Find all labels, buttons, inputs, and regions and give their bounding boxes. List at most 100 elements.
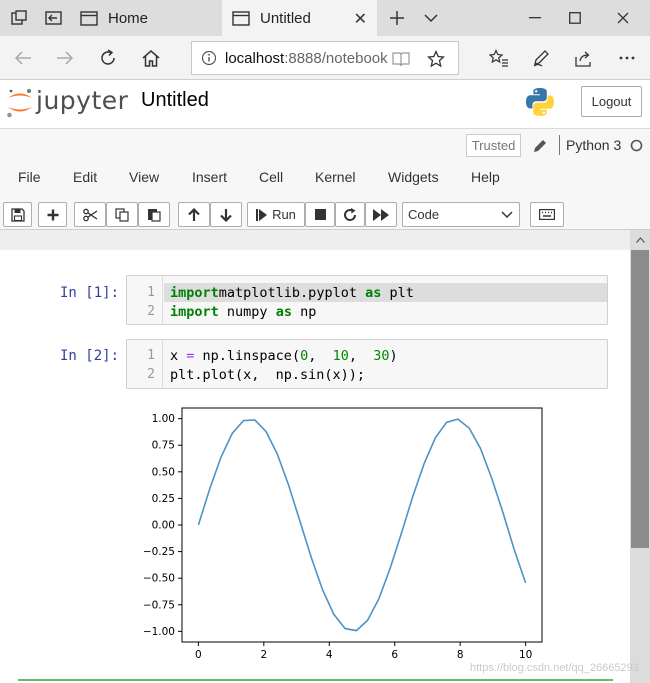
watermark-text: https://blog.csdn.net/qq_26665293 xyxy=(470,662,639,674)
y-tick-label: 0.00 xyxy=(152,520,175,532)
paste-icon xyxy=(148,209,161,222)
cell-1-input[interactable]: 1 2 importmatplotlib.pyplot as plt impor… xyxy=(126,275,608,325)
refresh-icon[interactable] xyxy=(93,44,123,72)
x-tick-label: 0 xyxy=(195,649,202,661)
menu-kernel[interactable]: Kernel xyxy=(315,169,355,185)
interrupt-button[interactable] xyxy=(305,202,335,227)
cell-type-select[interactable]: Code xyxy=(402,202,520,227)
fast-forward-icon xyxy=(373,208,389,221)
kernel-name[interactable]: Python 3 xyxy=(566,137,621,153)
line-number: 1 xyxy=(147,348,155,363)
edit-pencil-icon[interactable] xyxy=(532,138,548,154)
code-token: as xyxy=(275,304,292,320)
paste-button[interactable] xyxy=(138,202,170,227)
close-window-icon[interactable] xyxy=(600,0,646,36)
run-button[interactable]: Run xyxy=(247,202,305,227)
arrow-up-icon xyxy=(188,207,200,221)
scroll-up-icon[interactable] xyxy=(630,232,650,248)
address-input[interactable]: localhost:8888/notebook xyxy=(191,41,459,75)
floppy-disk-icon xyxy=(10,207,25,222)
scrollbar-thumb[interactable] xyxy=(631,250,649,548)
code-token: , xyxy=(348,348,374,364)
menu-insert[interactable]: Insert xyxy=(192,169,227,185)
code-token: as xyxy=(365,285,382,301)
code-token: 10 xyxy=(332,348,349,364)
code-token: ) xyxy=(389,348,398,364)
pen-notes-icon[interactable] xyxy=(526,44,556,72)
code-token: np.linspace( xyxy=(194,348,301,364)
insert-cell-button[interactable] xyxy=(38,202,67,227)
code-token: , xyxy=(308,348,333,364)
restart-run-all-button[interactable] xyxy=(365,202,397,227)
scissors-icon xyxy=(82,208,97,221)
run-button-label: Run xyxy=(272,207,296,222)
logout-button[interactable]: Logout xyxy=(581,86,642,117)
copy-icon xyxy=(115,207,129,222)
code-token: import xyxy=(170,304,219,320)
menu-view[interactable]: View xyxy=(129,169,159,185)
arrow-down-icon xyxy=(220,208,232,222)
restart-button[interactable] xyxy=(335,202,365,227)
new-tab-icon[interactable] xyxy=(384,5,410,31)
notebook-title[interactable]: Untitled xyxy=(141,89,209,112)
chevron-down-icon xyxy=(501,211,513,219)
browser-address-bar: localhost:8888/notebook xyxy=(0,36,650,80)
y-tick-label: 0.50 xyxy=(152,466,175,478)
y-tick-label: 0.75 xyxy=(152,440,175,452)
line-number: 2 xyxy=(147,304,155,319)
code-token: 30 xyxy=(373,348,390,364)
menu-file[interactable]: File xyxy=(18,169,41,185)
browser-tab-strip: Home Untitled ✕ xyxy=(0,0,650,36)
maximize-icon[interactable] xyxy=(552,0,598,36)
menu-edit[interactable]: Edit xyxy=(73,169,97,185)
menu-cell[interactable]: Cell xyxy=(259,169,283,185)
trusted-badge[interactable]: Trusted xyxy=(466,134,521,157)
move-down-button[interactable] xyxy=(210,202,242,227)
cell-2-input[interactable]: 1 2 x = np.linspace(0, 10, 30) plt.plot(… xyxy=(126,339,608,389)
copy-button[interactable] xyxy=(106,202,138,227)
code-token: matplotlib.pyplot xyxy=(218,285,366,301)
move-up-button[interactable] xyxy=(178,202,210,227)
kernel-separator xyxy=(559,135,560,155)
y-tick-label: −0.50 xyxy=(143,573,175,585)
tab-sets-icon[interactable] xyxy=(2,0,36,36)
plus-icon xyxy=(47,209,58,220)
menu-help[interactable]: Help xyxy=(471,169,500,185)
home-icon[interactable] xyxy=(136,44,166,72)
favorites-list-icon[interactable] xyxy=(484,44,514,72)
reading-view-icon[interactable] xyxy=(392,51,410,67)
jupyter-logo-text[interactable]: jupyter xyxy=(36,86,128,115)
favorite-star-icon[interactable] xyxy=(427,50,445,68)
menu-widgets[interactable]: Widgets xyxy=(388,169,439,185)
y-tick-label: −0.75 xyxy=(143,599,175,611)
python-logo-icon xyxy=(526,88,554,116)
code-token: plt.plot(x, np.sin(x)); xyxy=(170,367,366,383)
command-palette-button[interactable] xyxy=(530,202,564,227)
url-host: localhost xyxy=(225,49,285,67)
kernel-status-icon xyxy=(630,139,643,152)
page-icon xyxy=(80,10,98,26)
tab-list-chevron-icon[interactable] xyxy=(418,5,444,31)
cell-2-prompt: In [2]: xyxy=(60,348,120,364)
code-line: x = np.linspace(0, 10, 30) xyxy=(170,348,398,364)
jupyter-logo-icon[interactable] xyxy=(5,85,35,121)
keyboard-icon xyxy=(539,209,555,220)
forward-arrow-icon[interactable] xyxy=(50,44,80,72)
back-arrow-icon[interactable] xyxy=(8,44,38,72)
x-tick-label: 4 xyxy=(326,649,333,661)
y-tick-label: 1.00 xyxy=(152,413,175,425)
tab-untitled[interactable]: Untitled ✕ xyxy=(222,0,377,36)
notebook-menu-toolbar: Trusted Python 3 File Edit View Insert C… xyxy=(0,128,650,230)
code-line: plt.plot(x, np.sin(x)); xyxy=(170,367,365,383)
save-button[interactable] xyxy=(3,202,32,227)
tab-back-arrow-icon[interactable] xyxy=(36,0,70,36)
info-icon[interactable] xyxy=(201,50,217,66)
line-number: 1 xyxy=(147,285,155,300)
step-forward-icon xyxy=(256,208,268,221)
cut-button[interactable] xyxy=(74,202,106,227)
more-options-icon[interactable] xyxy=(612,44,642,72)
tab-home[interactable]: Home xyxy=(70,0,222,36)
share-icon[interactable] xyxy=(569,44,599,72)
code-token: x xyxy=(170,348,187,364)
close-tab-icon[interactable]: ✕ xyxy=(354,9,367,29)
